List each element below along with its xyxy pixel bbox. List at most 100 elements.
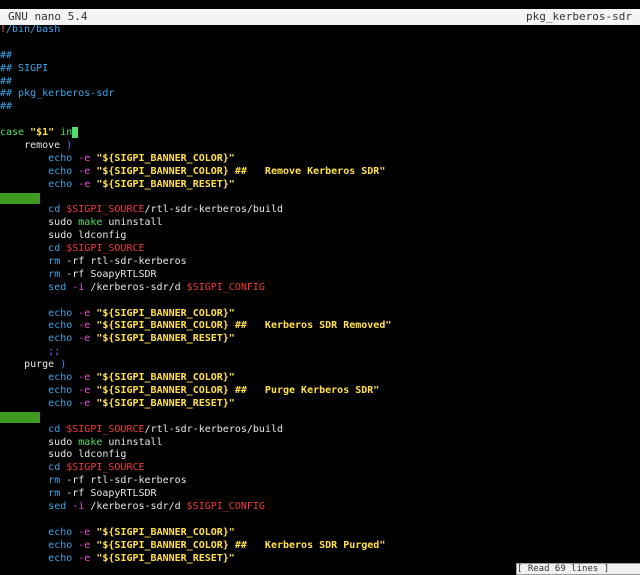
code-token: -e xyxy=(72,397,97,409)
code-line: echo -e "${SIGPI_BANNER_COLOR} ## Remove… xyxy=(0,166,640,179)
code-token: ## xyxy=(0,101,13,113)
code-token: rm xyxy=(48,256,61,268)
code-token: -e xyxy=(72,178,97,190)
code-token: -e xyxy=(72,552,97,564)
code-token: "${SIGPI_BANNER_COLOR} ## Purge Kerberos… xyxy=(96,384,380,396)
code-token: rm xyxy=(48,488,61,500)
editor-text-area[interactable]: !/bin/bash ## ## SIGPI ## ## pkg_kerberos-sd… xyxy=(0,24,640,565)
code-token: echo xyxy=(48,307,73,319)
code-line: sed -i /kerberos-sdr/d $SIGPI_CONFIG xyxy=(0,501,640,514)
code-line: ## xyxy=(0,50,640,63)
code-token: echo xyxy=(48,178,73,190)
text-cursor xyxy=(72,127,79,139)
code-token: echo xyxy=(48,152,73,164)
code-line: ## SIGPI xyxy=(0,63,640,76)
code-line: cd $SIGPI_SOURCE xyxy=(0,462,640,475)
code-line: cd $SIGPI_SOURCE/rtl-sdr-kerberos/build xyxy=(0,424,640,437)
nano-title-bar: GNU nano 5.4 pkg_kerberos-sdr xyxy=(0,9,640,25)
code-token: $SIGPI_CONFIG xyxy=(186,500,265,512)
code-line: cd $SIGPI_SOURCE xyxy=(0,243,640,256)
code-line: echo -e "${SIGPI_BANNER_RESET}" xyxy=(0,179,640,192)
code-token: "${SIGPI_BANNER_RESET}" xyxy=(96,178,235,190)
code-token: -e xyxy=(72,384,97,396)
code-line: echo -e "${SIGPI_BANNER_COLOR} ## Kerber… xyxy=(0,320,640,333)
code-token: "${SIGPI_BANNER_RESET}" xyxy=(96,333,235,345)
code-token: make xyxy=(78,436,103,448)
code-token: uninstall xyxy=(102,217,163,229)
code-line: ;; xyxy=(0,346,640,359)
code-token: ## SIGPI xyxy=(0,62,49,74)
code-token: -i xyxy=(66,500,91,512)
code-token: /kerberos-sdr/d xyxy=(90,500,187,512)
code-line: echo -e "${SIGPI_BANNER_COLOR} ## Kerber… xyxy=(0,540,640,553)
code-token: /rtl-sdr-kerberos/build xyxy=(144,204,284,216)
code-line: ## xyxy=(0,101,640,114)
code-token: -e xyxy=(72,539,97,551)
code-token: "${SIGPI_BANNER_COLOR}" xyxy=(96,307,235,319)
code-token: echo xyxy=(48,384,73,396)
code-token: "${SIGPI_BANNER_RESET}" xyxy=(96,397,235,409)
code-token: -e xyxy=(72,152,97,164)
file-name: pkg_kerberos-sdr xyxy=(526,10,632,23)
code-line: case "$1" in xyxy=(0,127,640,140)
code-token: -i xyxy=(66,281,91,293)
code-line: sudo make uninstall xyxy=(0,437,640,450)
code-line: remove ) xyxy=(0,140,640,153)
code-token: case xyxy=(0,127,31,139)
code-token: -rf rtl-sdr-kerberos xyxy=(60,475,187,487)
code-token: "$1" xyxy=(30,127,55,139)
code-token: /kerberos-sdr/d xyxy=(90,281,187,293)
code-token: ;; xyxy=(48,346,61,358)
code-token: -e xyxy=(72,372,97,384)
code-token: ## xyxy=(0,49,13,61)
code-line: echo -e "${SIGPI_BANNER_RESET}" xyxy=(0,398,640,411)
trailing-whitespace-marker xyxy=(0,411,40,423)
code-line: ## pkg_kerberos-sdr xyxy=(0,88,640,101)
code-token: purge xyxy=(0,359,61,371)
code-line: echo -e "${SIGPI_BANNER_COLOR}" xyxy=(0,527,640,540)
code-line: sudo ldconfig xyxy=(0,230,640,243)
code-token: "${SIGPI_BANNER_COLOR} ## Remove Kerbero… xyxy=(96,165,386,177)
code-line: echo -e "${SIGPI_BANNER_RESET}" xyxy=(0,333,640,346)
code-token: rm xyxy=(48,475,61,487)
code-token: echo xyxy=(48,372,73,384)
code-line: rm -rf rtl-sdr-kerberos xyxy=(0,475,640,488)
code-token: sed xyxy=(48,281,67,293)
code-token: cd xyxy=(48,462,61,474)
code-token: -e xyxy=(72,307,97,319)
nano-version: GNU nano 5.4 xyxy=(8,10,88,23)
code-token: $SIGPI_CONFIG xyxy=(186,281,265,293)
code-token: "${SIGPI_BANNER_COLOR} ## Kerberos SDR R… xyxy=(96,320,392,332)
code-line xyxy=(0,192,640,205)
code-line xyxy=(0,411,640,424)
code-line: sudo ldconfig xyxy=(0,449,640,462)
code-token: echo xyxy=(48,333,73,345)
code-token: /rtl-sdr-kerberos/build xyxy=(144,423,284,435)
code-line: !/bin/bash xyxy=(0,24,640,37)
code-token: cd xyxy=(48,423,61,435)
code-token: echo xyxy=(48,552,73,564)
code-token: cd xyxy=(48,204,61,216)
code-line: echo -e "${SIGPI_BANNER_COLOR} ## Purge … xyxy=(0,385,640,398)
